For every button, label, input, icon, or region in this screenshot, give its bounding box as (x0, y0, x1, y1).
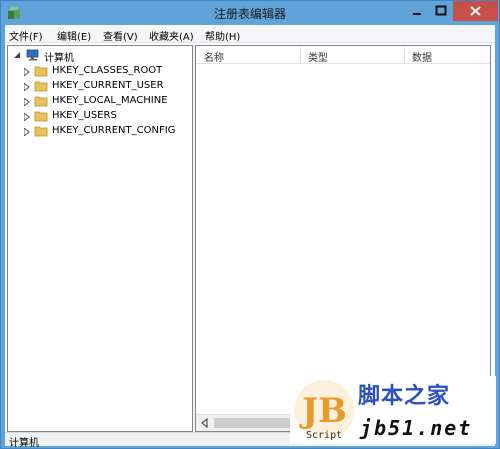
collapsed-arrow-icon[interactable] (24, 83, 30, 91)
collapsed-arrow-icon[interactable] (24, 98, 30, 106)
folder-icon (34, 126, 48, 137)
menu-help[interactable]: 帮助(H) (205, 28, 240, 43)
collapsed-arrow-icon[interactable] (24, 128, 30, 136)
watermark-site-url: jb51.net (360, 416, 473, 440)
collapsed-arrow-icon[interactable] (24, 113, 30, 121)
menu-view[interactable]: 查看(V) (103, 28, 138, 43)
folder-icon (34, 81, 48, 92)
title-bar[interactable]: 注册表编辑器 (1, 1, 499, 25)
collapsed-arrow-icon[interactable] (24, 68, 30, 76)
scroll-left-icon[interactable] (198, 417, 212, 429)
key-tree-pane[interactable]: 计算机 HKEY_CLASSES_ROOT HKEY_CURRENT_USER … (7, 45, 193, 432)
tree-key-users[interactable]: HKEY_USERS (8, 109, 192, 124)
tree-key-current-user[interactable]: HKEY_CURRENT_USER (8, 79, 192, 94)
value-list-pane[interactable]: 名称 类型 数据 (195, 45, 491, 432)
close-button[interactable] (453, 1, 498, 21)
menu-bar: 文件(F) 编辑(E) 查看(V) 收藏夹(A) 帮助(H) (5, 25, 495, 43)
maximize-button[interactable] (429, 1, 453, 21)
tree-label: HKEY_CURRENT_CONFIG (52, 125, 176, 136)
menu-favorites[interactable]: 收藏夹(A) (149, 28, 194, 43)
tree-label: 计算机 (44, 53, 74, 64)
expanded-arrow-icon[interactable] (14, 52, 20, 60)
menu-edit[interactable]: 编辑(E) (57, 28, 91, 43)
tree-label: HKEY_CLASSES_ROOT (52, 65, 163, 76)
column-divider[interactable] (404, 46, 405, 64)
folder-icon (34, 96, 48, 107)
column-header-type[interactable]: 类型 (308, 49, 328, 64)
minimize-icon (413, 13, 421, 15)
watermark-site-name: 脚本之家 (358, 383, 451, 409)
tree-key-local-machine[interactable]: HKEY_LOCAL_MACHINE (8, 94, 192, 109)
column-header-name[interactable]: 名称 (204, 49, 224, 64)
logo-caption: Script (306, 430, 342, 441)
status-path: 计算机 (9, 438, 39, 449)
column-divider[interactable] (300, 46, 301, 64)
column-header-data[interactable]: 数据 (412, 49, 432, 64)
logo-letters: JB (299, 391, 347, 431)
folder-icon (34, 111, 48, 122)
watermark: JB Script 脚本之家 jb51.net (290, 376, 496, 444)
tree-root-computer[interactable]: 计算机 (8, 48, 188, 64)
jb51-logo-icon: JB Script (294, 380, 354, 441)
tree-label: HKEY_LOCAL_MACHINE (52, 95, 168, 106)
tree-key-classes-root[interactable]: HKEY_CLASSES_ROOT (8, 64, 192, 79)
column-header-row: 名称 类型 数据 (196, 46, 490, 64)
minimize-button[interactable] (405, 1, 429, 21)
maximize-icon (435, 5, 447, 16)
folder-icon (34, 66, 48, 77)
computer-icon (26, 49, 39, 61)
tree-label: HKEY_USERS (52, 110, 117, 121)
tree-key-current-config[interactable]: HKEY_CURRENT_CONFIG (8, 124, 192, 139)
close-icon (470, 6, 481, 16)
tree-label: HKEY_CURRENT_USER (52, 80, 164, 91)
menu-file[interactable]: 文件(F) (9, 28, 43, 43)
